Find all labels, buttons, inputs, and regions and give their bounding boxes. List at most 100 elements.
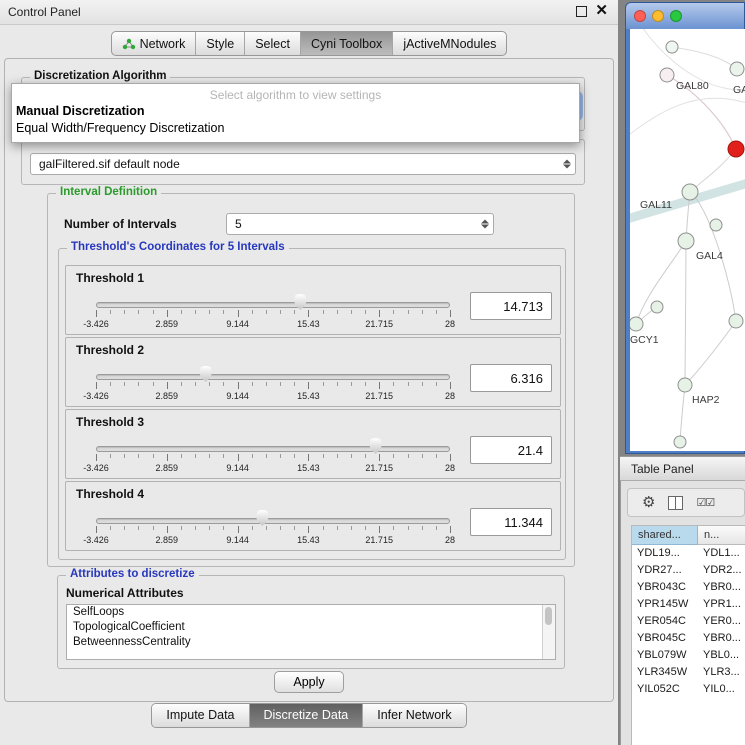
tick-label: 15.43 [297, 463, 320, 473]
table-cell[interactable]: YDR2... [698, 562, 745, 579]
scrollbar-thumb[interactable] [545, 607, 552, 625]
network-node[interactable] [674, 436, 686, 448]
threshold-3-slider[interactable]: -3.4262.8599.14415.4321.71528 [96, 434, 450, 476]
table-cell[interactable]: YLR345W [632, 664, 698, 681]
number-of-intervals-combobox[interactable]: 5 [226, 213, 494, 235]
selected-node-red[interactable] [728, 141, 744, 157]
threshold-1-slider[interactable]: -3.4262.8599.14415.4321.71528 [96, 290, 450, 332]
threshold-2-value-field[interactable]: 6.316 [470, 364, 552, 392]
select-columns-icon[interactable]: ☑☑ [696, 496, 714, 509]
tab-impute-data[interactable]: Impute Data [152, 704, 248, 727]
network-icon [122, 38, 136, 50]
gear-icon[interactable]: ⚙ [642, 495, 655, 510]
table-row[interactable]: YIL052CYIL0... [632, 681, 745, 698]
network-view-window[interactable]: GAL80GAGAL11GAL4GCY1HAP2 [625, 2, 745, 454]
thresholds-coordinates-group: Threshold's Coordinates for 5 Intervals … [58, 248, 566, 560]
table-row[interactable]: YDL19...YDL1... [632, 545, 745, 562]
network-node-hap2[interactable] [678, 378, 692, 392]
top-tabbar: Network Style Select Cyni Toolbox jActiv… [0, 31, 618, 56]
table-row[interactable]: YPR145WYPR1... [632, 596, 745, 613]
tick-mark [436, 382, 437, 386]
network-node[interactable] [730, 62, 744, 76]
table-cell[interactable]: YPR145W [632, 596, 698, 613]
threshold-4-value-field[interactable]: 11.344 [470, 508, 552, 536]
tab-select[interactable]: Select [244, 32, 300, 55]
network-edge[interactable] [672, 47, 737, 69]
tick-mark [294, 310, 295, 314]
network-edge[interactable] [630, 98, 745, 149]
list-scrollbar[interactable] [542, 605, 555, 659]
table-row[interactable]: YLR345WYLR3... [632, 664, 745, 681]
tick-mark [393, 526, 394, 530]
tick-mark [379, 454, 380, 461]
column-header-shared-name[interactable]: shared... [632, 526, 698, 545]
table-row[interactable]: YDR27...YDR2... [632, 562, 745, 579]
popup-option-equal-width-frequency[interactable]: Equal Width/Frequency Discretization [12, 120, 579, 137]
table-panel-titlebar[interactable]: Table Panel [620, 456, 745, 481]
zoom-traffic-light[interactable] [670, 10, 682, 22]
table-cell[interactable]: YDL1... [698, 545, 745, 562]
network-node-gcy1[interactable] [630, 317, 643, 331]
table-cell[interactable]: YBR0... [698, 630, 745, 647]
apply-button[interactable]: Apply [274, 671, 344, 693]
tab-network[interactable]: Network [112, 32, 196, 55]
network-node[interactable] [710, 219, 722, 231]
control-panel-titlebar: Control Panel ✕ [0, 0, 618, 25]
network-edge[interactable] [685, 241, 686, 385]
network-node-gal4[interactable] [678, 233, 694, 249]
table-cell[interactable]: YBL0... [698, 647, 745, 664]
network-edge[interactable] [680, 385, 685, 442]
table-cell[interactable]: YIL0... [698, 681, 745, 698]
threshold-2-slider[interactable]: -3.4262.8599.14415.4321.71528 [96, 362, 450, 404]
table-cell[interactable]: YBR043C [632, 579, 698, 596]
tab-infer-network[interactable]: Infer Network [362, 704, 465, 727]
tab-cyni-toolbox[interactable]: Cyni Toolbox [300, 32, 392, 55]
threshold-1-value-field[interactable]: 14.713 [470, 292, 552, 320]
table-row[interactable]: YBR043CYBR0... [632, 579, 745, 596]
attribute-list-item[interactable]: SelfLoops [67, 605, 555, 620]
close-icon[interactable]: ✕ [595, 4, 608, 18]
network-node-gal80[interactable] [660, 68, 674, 82]
table-row[interactable]: YBR045CYBR0... [632, 630, 745, 647]
tab-jactivemnodules[interactable]: jActiveMNodules [392, 32, 506, 55]
network-edge[interactable] [685, 321, 736, 385]
tick-label: 2.859 [156, 535, 179, 545]
table-cell[interactable]: YBL079W [632, 647, 698, 664]
table-cell[interactable]: YBR045C [632, 630, 698, 647]
table-data-combobox[interactable]: galFiltered.sif default node [30, 153, 576, 175]
table-cell[interactable]: YER054C [632, 613, 698, 630]
table-cell[interactable]: YBR0... [698, 579, 745, 596]
table-panel: ⚙ ☑☑ shared... n... YDL19...YDL1...YDR27… [620, 481, 745, 745]
popup-option-manual-discretization[interactable]: Manual Discretization [12, 103, 579, 120]
tick-mark [365, 454, 366, 458]
group-title: Attributes to discretize [66, 568, 199, 580]
table-cell[interactable]: YDR27... [632, 562, 698, 579]
network-node[interactable] [651, 301, 663, 313]
float-window-icon[interactable] [576, 6, 587, 17]
minimize-traffic-light[interactable] [652, 10, 664, 22]
table-cell[interactable]: YER0... [698, 613, 745, 630]
attribute-list-item[interactable]: BetweennessCentrality [67, 635, 555, 650]
threshold-4-slider[interactable]: -3.4262.8599.14415.4321.71528 [96, 506, 450, 548]
columns-icon[interactable] [668, 496, 683, 510]
close-traffic-light[interactable] [634, 10, 646, 22]
network-canvas[interactable]: GAL80GAGAL11GAL4GCY1HAP2 [630, 29, 745, 451]
threshold-3-value-field[interactable]: 21.4 [470, 436, 552, 464]
table-cell[interactable]: YDL19... [632, 545, 698, 562]
column-header-name[interactable]: n... [698, 526, 745, 545]
network-node[interactable] [666, 41, 678, 53]
tab-style[interactable]: Style [195, 32, 244, 55]
table-cell[interactable]: YPR1... [698, 596, 745, 613]
table-cell[interactable]: YLR3... [698, 664, 745, 681]
tab-discretize-data[interactable]: Discretize Data [249, 704, 363, 727]
table-row[interactable]: YER054CYER0... [632, 613, 745, 630]
tick-mark [450, 454, 451, 461]
tick-mark [167, 382, 168, 389]
attribute-list-item[interactable]: TopologicalCoefficient [67, 620, 555, 635]
network-node[interactable] [729, 314, 743, 328]
numerical-attributes-list[interactable]: SelfLoopsTopologicalCoefficientBetweenne… [66, 604, 556, 660]
table-row[interactable]: YBL079WYBL0... [632, 647, 745, 664]
bottom-tab-group: Impute Data Discretize Data Infer Networ… [151, 703, 466, 728]
table-cell[interactable]: YIL052C [632, 681, 698, 698]
network-node-gal11[interactable] [682, 184, 698, 200]
